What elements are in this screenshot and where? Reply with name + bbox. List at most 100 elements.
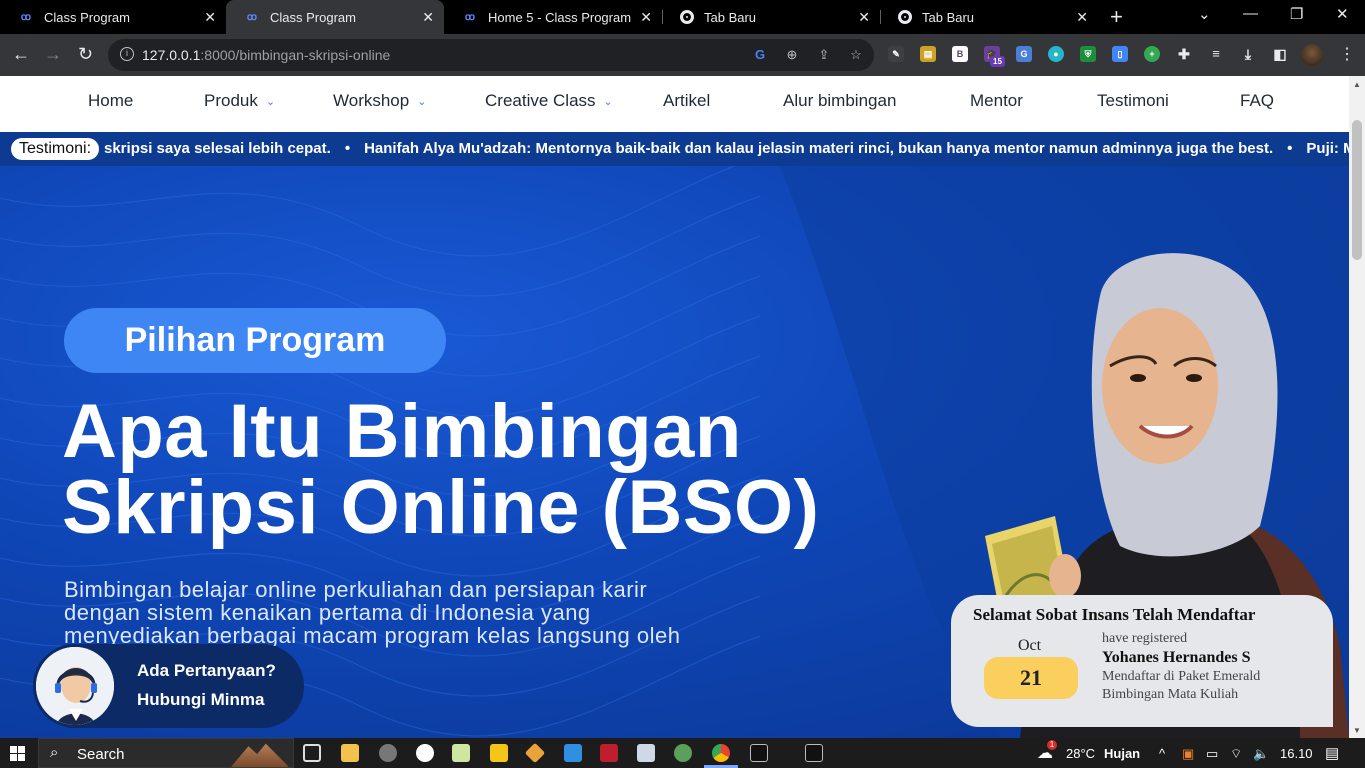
tab-search-icon[interactable]: ⌄ (1198, 5, 1211, 23)
date-month: Oct (1018, 637, 1042, 654)
address-bar[interactable]: i 127.0.0.1:8000/bimbingan-skripsi-onlin… (108, 39, 874, 71)
task-view-icon[interactable] (303, 744, 321, 762)
menu-kebab-icon[interactable]: ⋮ (1339, 44, 1355, 64)
nav-alur-bimbingan[interactable]: Alur bimbingan (783, 91, 896, 111)
weather-badge: 1 (1047, 740, 1057, 750)
git-app-icon[interactable] (524, 742, 546, 764)
hero-section: Pilihan Program Apa Itu Bimbingan Skrips… (0, 166, 1349, 738)
volume-icon[interactable]: 🔈 (1253, 746, 1269, 762)
badge-count: 15 (990, 56, 1005, 67)
bookmark-star-icon[interactable]: ☆ (848, 47, 864, 63)
registration-notification: Selamat Sobat Insans Telah Mendaftar Oct… (951, 595, 1333, 727)
download-icon[interactable]: ⤓ (1240, 46, 1256, 62)
google-icon[interactable]: G (752, 47, 768, 63)
side-panel-icon[interactable]: ◧ (1272, 46, 1288, 62)
browser-toolbar: ← → ↻ i 127.0.0.1:8000/bimbingan-skripsi… (0, 34, 1365, 76)
nav-testimoni[interactable]: Testimoni (1097, 91, 1169, 111)
scroll-down-icon[interactable]: ▼ (1353, 726, 1361, 735)
browser-tab[interactable]: ꝏ Class Program ✕ (0, 0, 226, 34)
eyedropper-extension-icon[interactable]: ✎ (888, 46, 904, 62)
page-scrollbar[interactable]: ▲ ▼ (1349, 76, 1365, 738)
forward-icon[interactable]: → (44, 44, 62, 65)
document-extension-icon[interactable]: ▯ (1112, 46, 1128, 62)
nav-faq[interactable]: FAQ (1240, 91, 1274, 111)
share-icon[interactable]: ⇪ (816, 47, 832, 63)
nav-home[interactable]: Home (88, 91, 133, 111)
nav-label: Mentor (970, 91, 1023, 110)
program-pill[interactable]: Pilihan Program (64, 308, 446, 373)
notification-icon[interactable]: ▤ (1325, 744, 1339, 762)
translate-extension-icon[interactable]: G (1016, 46, 1032, 62)
support-avatar (33, 644, 117, 728)
media-control-icon[interactable]: ≡ (1208, 46, 1224, 62)
chat-extension-icon[interactable]: ● (1048, 46, 1064, 62)
nav-creative-class[interactable]: Creative Class ⌄ (485, 91, 613, 111)
network-icon[interactable]: ▭ (1206, 746, 1218, 762)
virtualbox-icon[interactable] (637, 744, 655, 762)
wifi-icon[interactable]: ⌔ (1230, 746, 1242, 762)
contact-widget[interactable]: Ada Pertanyaan? Hubungi Minma (33, 644, 304, 728)
snipping-tool-icon[interactable] (452, 744, 470, 762)
new-tab-icon[interactable]: + (1110, 4, 1123, 30)
profile-avatar[interactable] (1301, 44, 1323, 66)
chevron-up-icon[interactable]: ^ (1159, 746, 1165, 761)
close-window-icon[interactable]: ✕ (1336, 5, 1349, 23)
minimize-icon[interactable]: — (1243, 5, 1258, 22)
shield-extension-icon[interactable]: ⛨ (1080, 46, 1096, 62)
plus-extension-icon[interactable]: + (1144, 46, 1160, 62)
reload-icon[interactable]: ↻ (78, 44, 93, 65)
restore-icon[interactable]: ❐ (1290, 5, 1303, 23)
nav-artikel[interactable]: Artikel (663, 91, 710, 111)
close-icon[interactable]: ✕ (1076, 9, 1088, 26)
windows-start-icon[interactable] (10, 746, 25, 761)
hero-title: Apa Itu Bimbingan Skripsi Online (BSO) (62, 394, 819, 546)
url-text[interactable]: 127.0.0.1:8000/bimbingan-skripsi-online (142, 47, 390, 63)
weather-temperature[interactable]: 28°C (1066, 746, 1095, 761)
scroll-up-icon[interactable]: ▲ (1353, 80, 1361, 89)
bootstrap-extension-icon[interactable]: B (952, 46, 968, 62)
tab-title: Class Program (270, 9, 356, 25)
support-agent-icon (36, 647, 114, 725)
nav-workshop[interactable]: Workshop ⌄ (333, 91, 426, 111)
browser-tab[interactable]: Tab Baru ✕ (662, 0, 880, 34)
browser-tab[interactable]: Tab Baru ✕ (880, 0, 1098, 34)
taskbar-search[interactable]: ⌕ Search (38, 738, 294, 768)
file-explorer-icon[interactable] (341, 744, 359, 762)
url-path: :8000/bimbingan-skripsi-online (200, 47, 391, 63)
puzzle-extensions-icon[interactable]: ✚ (1176, 46, 1192, 62)
chart-app-icon[interactable] (490, 744, 508, 762)
terminal-icon[interactable] (805, 744, 823, 762)
back-icon[interactable]: ← (12, 44, 30, 65)
browser-tab[interactable]: ꝏ Home 5 - Class Program ✕ (444, 0, 662, 34)
nav-label: Alur bimbingan (783, 91, 897, 110)
browser-tab-active[interactable]: ꝏ Class Program ✕ (226, 0, 444, 34)
nav-mentor[interactable]: Mentor (970, 91, 1023, 111)
weather-condition[interactable]: Hujan (1104, 746, 1140, 761)
site-info-icon[interactable]: i (120, 47, 134, 61)
tab-title: Class Program (44, 9, 130, 25)
terminal-icon[interactable] (750, 744, 768, 762)
notification-line: have registered (1102, 631, 1188, 646)
recycle-app-icon[interactable] (674, 744, 692, 762)
notification-heading: Selamat Sobat Insans Telah Mendaftar (973, 605, 1256, 624)
notes-extension-icon[interactable]: ▤ (920, 46, 936, 62)
close-icon[interactable]: ✕ (640, 9, 652, 26)
clock[interactable]: 16.10 (1280, 746, 1313, 761)
speedometer-app-icon[interactable] (416, 744, 434, 762)
close-icon[interactable]: ✕ (204, 9, 216, 26)
cp-icon: ꝏ (246, 11, 258, 23)
close-icon[interactable]: ✕ (422, 9, 434, 26)
chrome-taskbar-icon[interactable] (712, 744, 730, 762)
tray-app-icon[interactable]: ▣ (1182, 746, 1194, 762)
scrollbar-thumb[interactable] (1352, 120, 1362, 260)
vscode-icon[interactable] (564, 744, 582, 762)
testimonial-ticker: Testimoni: skripsi saya selesai lebih ce… (0, 132, 1349, 166)
chrome-icon (898, 10, 912, 24)
settings-app-icon[interactable] (379, 744, 397, 762)
close-icon[interactable]: ✕ (858, 9, 870, 26)
filezilla-icon[interactable] (600, 744, 618, 762)
chevron-down-icon: ⌄ (603, 95, 613, 108)
nav-produk[interactable]: Produk ⌄ (204, 91, 275, 111)
nav-label: Testimoni (1097, 91, 1169, 110)
zoom-icon[interactable]: ⊕ (784, 47, 800, 63)
